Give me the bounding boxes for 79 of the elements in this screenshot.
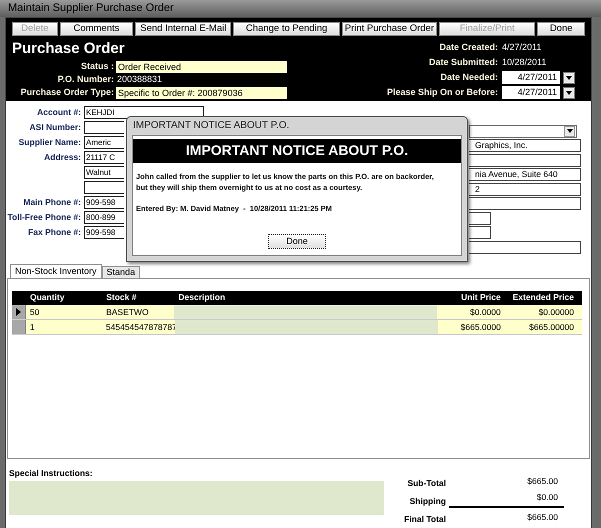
column-header: Quantity	[29, 291, 66, 304]
dropdown-button[interactable]	[563, 86, 575, 98]
row-selector[interactable]	[12, 304, 26, 318]
window-title: Maintain Supplier Purchase Order	[0, 0, 601, 16]
date-field[interactable]: 4/27/2011	[502, 86, 560, 99]
field-label: Date Created:	[438, 40, 499, 54]
current-row-icon	[16, 308, 21, 316]
tab[interactable]: Non-Stock Inventory	[10, 264, 102, 278]
toolbar-button[interactable]: Print Purchase Order	[342, 22, 438, 36]
input-field[interactable]: nia Avenue, Suite 640	[469, 168, 581, 181]
total-label: Sub-Total	[406, 476, 446, 490]
caret-icon	[566, 76, 572, 80]
caret-icon	[566, 129, 572, 133]
field-label: Date Needed:	[439, 70, 499, 84]
field-label: Status :	[80, 60, 115, 73]
total-label: Final Total	[403, 513, 446, 526]
column-header: Stock #	[105, 291, 138, 304]
input-field[interactable]: 909-598	[84, 196, 124, 208]
input-field[interactable]	[469, 212, 491, 224]
field-label: Date Submitted:	[428, 56, 499, 69]
input-field[interactable]: Americ	[84, 136, 124, 148]
dropdown-button[interactable]	[563, 72, 575, 84]
total-label: Shipping	[408, 494, 446, 508]
caret-icon	[566, 90, 572, 94]
date-field[interactable]: 4/27/2011	[502, 71, 560, 84]
field-label: P.O. Number:	[56, 72, 115, 86]
input-field[interactable]: Order Received	[116, 60, 287, 72]
input-field[interactable]: Graphics, Inc.	[469, 139, 581, 152]
field-label: Toll-Free Phone #:	[7, 210, 81, 224]
table-cell: $0.0000	[437, 304, 509, 318]
input-field[interactable]	[84, 180, 124, 194]
toolbar-button[interactable]: Comments	[60, 22, 134, 36]
input-field[interactable]: 21117 C	[84, 150, 124, 164]
tab[interactable]: Standa	[102, 266, 140, 278]
form-title: Purchase Order	[12, 40, 126, 56]
column-header: Unit Price	[460, 291, 502, 304]
field-value: 10/28/2011	[502, 56, 548, 69]
input-field[interactable]: Walnut	[84, 166, 124, 178]
input-field[interactable]	[84, 120, 124, 134]
toolbar-button[interactable]: Change to Pending	[233, 22, 340, 36]
total-value: $665.00	[526, 474, 559, 488]
notice-heading: IMPORTANT NOTICE ABOUT P.O.	[133, 138, 461, 162]
toolbar-button[interactable]: Done	[537, 22, 586, 36]
table-cell: $0.00000	[508, 304, 582, 318]
input-field[interactable]	[469, 154, 581, 166]
table-cell: $665.00000	[508, 320, 582, 334]
input-field[interactable]: 2	[469, 182, 581, 196]
done-button[interactable]: Done	[268, 234, 326, 248]
column-header: Extended Price	[512, 291, 576, 304]
input-field[interactable]: 800-899	[84, 210, 124, 224]
field-label: Fax Phone #:	[28, 226, 81, 238]
field-label: Please Ship On or Before:	[386, 86, 499, 99]
input-field[interactable]: Specific to Order #: 200879036	[116, 86, 287, 98]
field-label: Address:	[44, 150, 81, 164]
field-value: 200388831	[116, 72, 162, 86]
table-cell: $665.0000	[438, 320, 509, 334]
column-header: Description	[177, 291, 226, 304]
field-label: Account #:	[37, 106, 81, 118]
field-label: Supplier Name:	[18, 136, 81, 148]
input-field[interactable]	[469, 197, 581, 210]
total-value: $0.00	[449, 491, 564, 508]
toolbar-button[interactable]: Send Internal E-Mail	[135, 22, 232, 36]
field-label: Purchase Order Type:	[20, 86, 115, 99]
input-field[interactable]	[469, 226, 491, 239]
table-cell: 1	[26, 320, 102, 334]
table-cell: 545454547878787	[102, 320, 175, 334]
special-instructions-field[interactable]	[9, 481, 384, 516]
dropdown-field[interactable]	[469, 124, 577, 138]
input-field[interactable]: 909-598	[84, 226, 124, 238]
table-cell: 50	[26, 304, 102, 318]
special-instructions-label: Special Instructions:	[9, 466, 94, 480]
dialog-title: IMPORTANT NOTICE ABOUT P.O.	[132, 119, 290, 133]
table-cell: BASETWO	[102, 304, 174, 318]
dropdown-button[interactable]	[564, 126, 575, 136]
field-value: 4/27/2011	[502, 40, 542, 54]
total-value: $665.00	[526, 511, 559, 524]
field-label: ASI Number:	[30, 120, 81, 134]
field-label: Main Phone #:	[23, 196, 81, 208]
input-field[interactable]	[469, 240, 581, 254]
